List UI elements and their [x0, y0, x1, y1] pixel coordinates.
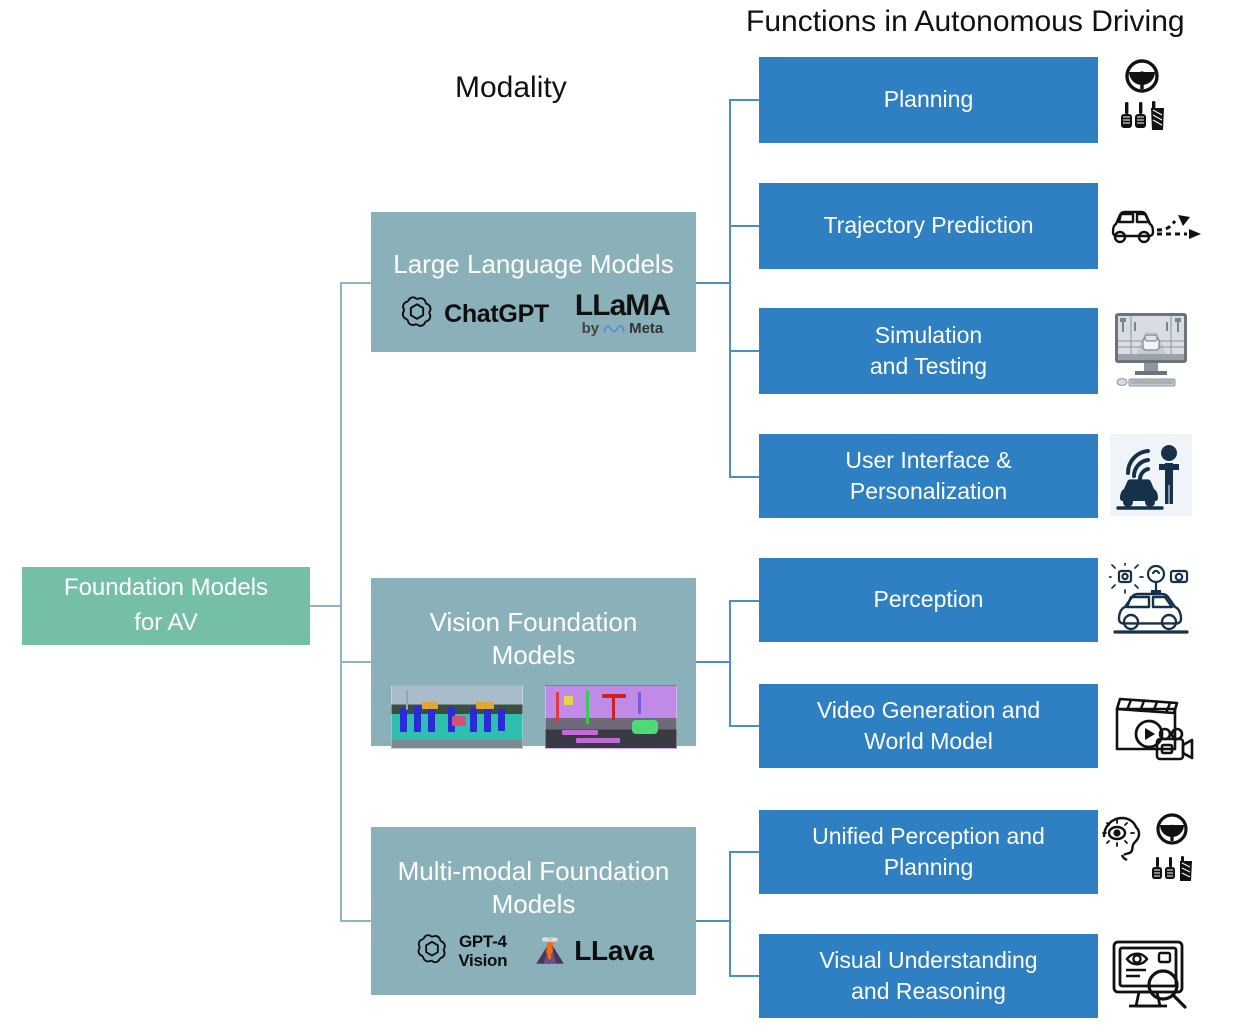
clapperboard-camera-icon: [1108, 686, 1196, 766]
function-box-visual-understanding-reasoning[interactable]: Visual Understanding and Reasoning: [759, 934, 1098, 1018]
connector-left-trunk: [340, 282, 342, 922]
function-visual-line1: Visual Understanding: [819, 946, 1038, 973]
function-trajectory-prediction-label: Trajectory Prediction: [823, 212, 1034, 239]
gpt4-vision-label-bottom: Vision: [458, 950, 508, 970]
brain-steering-wheel-icon: [1100, 812, 1200, 894]
sensor-car-icon: [1108, 562, 1194, 638]
gpt4-vision-label-top: GPT-4: [458, 931, 507, 951]
modality-vfm-title-line2: Models: [491, 640, 576, 671]
meta-logo-label: Meta: [629, 320, 664, 338]
functions-column-header: Functions in Autonomous Driving: [746, 5, 1185, 38]
modality-llm-logos: ChatGPT LLaMA by Meta: [397, 289, 671, 338]
function-box-user-interface-personalization[interactable]: User Interface & Personalization: [759, 434, 1098, 518]
modality-node-multi-modal-foundation-models[interactable]: Multi-modal Foundation Models GPT-4 Visi…: [371, 827, 696, 995]
connector-llm-to-planning: [729, 99, 759, 101]
car-trajectory-arrows-icon: [1105, 195, 1205, 255]
modality-mmfm-title-line2: Models: [491, 889, 576, 920]
connector-llm-to-ui: [729, 476, 759, 478]
monitor-eye-magnifier-icon: [1108, 936, 1194, 1018]
llama-meta-logo: LLaMA by Meta: [574, 289, 671, 338]
connector-vfm-to-perception: [729, 600, 759, 602]
connector-left-to-vfm: [340, 661, 372, 663]
function-simulation-line1: Simulation: [874, 321, 983, 348]
gpt4-vision-logo: GPT-4 Vision: [413, 931, 508, 970]
modality-mmfm-title-line1: Multi-modal Foundation: [397, 856, 670, 886]
connector-left-to-mmfm: [340, 920, 372, 922]
meta-infinity-icon: [603, 325, 625, 333]
function-unified-line1: Unified Perception and: [812, 822, 1045, 849]
modality-node-large-language-models[interactable]: Large Language Models ChatGPT LLaMA by M…: [371, 212, 696, 352]
llama-logo-label: LLaMA: [574, 289, 671, 323]
connector-mmfm-to-unified: [729, 851, 759, 853]
function-video-line2: World Model: [864, 728, 993, 754]
llama-logo-by: by: [581, 320, 600, 338]
function-simulation-line2: and Testing: [869, 353, 988, 379]
segmentation-pedestrians-image: [390, 684, 523, 749]
function-planning-label: Planning: [883, 86, 974, 113]
connector-root-stem: [310, 605, 342, 607]
connector-llm-to-trajectory: [729, 225, 759, 227]
modality-vfm-title-line1: Vision Foundation: [429, 607, 638, 637]
function-box-simulation-and-testing[interactable]: Simulation and Testing: [759, 308, 1098, 394]
volcano-icon: [536, 936, 565, 964]
function-box-unified-perception-planning[interactable]: Unified Perception and Planning: [759, 810, 1098, 894]
function-ui-line1: User Interface &: [845, 446, 1012, 473]
connector-llm-stem: [696, 282, 730, 284]
function-box-trajectory-prediction[interactable]: Trajectory Prediction: [759, 183, 1098, 269]
modality-node-vision-foundation-models[interactable]: Vision Foundation Models: [371, 578, 696, 749]
function-visual-line2: and Reasoning: [851, 978, 1006, 1004]
connector-mmfm-trunk: [729, 851, 731, 976]
steering-wheel-pedals-icon: [1110, 58, 1174, 140]
root-node-line2: for AV: [134, 609, 198, 636]
function-box-planning[interactable]: Planning: [759, 57, 1098, 143]
function-video-line1: Video Generation and: [816, 696, 1041, 723]
connector-mmfm-stem: [696, 920, 730, 922]
function-perception-label: Perception: [873, 586, 984, 613]
car-person-signal-icon: [1110, 434, 1192, 516]
connector-llm-trunk: [729, 99, 731, 477]
function-ui-line2: Personalization: [849, 478, 1008, 504]
segmentation-street-image: [544, 684, 677, 749]
function-unified-line2: Planning: [883, 854, 974, 880]
modality-mmfm-logos: GPT-4 Vision LLava: [413, 931, 654, 970]
modality-column-header: Modality: [455, 71, 567, 104]
connector-vfm-trunk: [729, 600, 731, 726]
connector-vfm-stem: [696, 661, 730, 663]
llava-logo: LLava: [533, 933, 654, 969]
root-node-line1: Foundation Models: [63, 574, 269, 602]
root-node-foundation-models-for-av[interactable]: Foundation Models for AV: [22, 567, 310, 645]
desktop-simulation-icon: [1110, 310, 1192, 390]
chatgpt-logo-label: ChatGPT: [444, 299, 549, 328]
connector-left-to-llm: [340, 282, 372, 284]
llava-logo-label: LLava: [574, 934, 654, 966]
function-box-perception[interactable]: Perception: [759, 558, 1098, 642]
connector-llm-to-simulation: [729, 350, 759, 352]
modality-vfm-images: [390, 684, 677, 749]
modality-llm-title: Large Language Models: [393, 249, 674, 279]
diagram-canvas: Functions in Autonomous Driving Modality…: [0, 0, 1236, 1035]
connector-vfm-to-video: [729, 725, 759, 727]
connector-mmfm-to-visual: [729, 975, 759, 977]
chatgpt-logo: ChatGPT: [397, 294, 549, 334]
function-box-video-generation-world-model[interactable]: Video Generation and World Model: [759, 684, 1098, 768]
